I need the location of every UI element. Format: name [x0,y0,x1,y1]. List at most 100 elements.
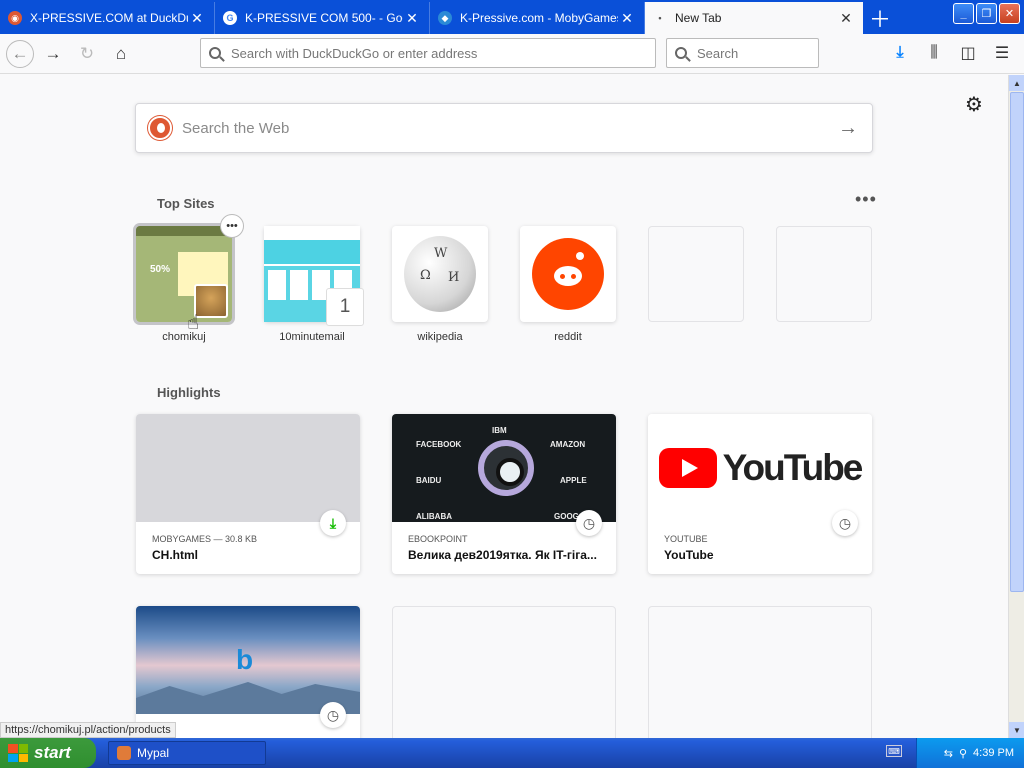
tab-strip: ◉ X-PRESSIVE.COM at DuckDuckGo ✕ G K-PRE… [0,0,1024,34]
search-icon [675,47,687,59]
start-button[interactable]: start [0,738,96,768]
topsite-wikipedia[interactable]: W Ω И [392,226,488,322]
downloads-icon[interactable]: ⤓ [886,39,914,67]
topsite-empty[interactable] [776,226,872,322]
download-icon: ⤓ [320,510,346,536]
search-icon[interactable]: ⚲ [959,747,967,760]
windows-taskbar: start Mypal ⇆ ⚲ 4:39 PM [0,738,1024,768]
highlights-heading: Highlights [157,385,221,400]
tab-title: K-PRESSIVE COM 500- - Google S [245,11,403,25]
highlight-card-chhtml[interactable]: ⤓ MOBYGAMES — 30.8 KB CH.html [136,414,360,574]
arrow-right-icon[interactable]: → [838,117,858,140]
forward-button[interactable]: → [38,39,68,69]
highlight-card-empty [648,606,872,738]
close-tab-icon[interactable]: ✕ [188,10,206,27]
library-icon[interactable]: ⫼ [920,39,948,67]
preview-label: IBM [492,426,507,435]
url-bar[interactable]: Search with DuckDuckGo or enter address [200,38,656,68]
clock-icon: ◷ [576,510,602,536]
duckduckgo-icon: ◉ [8,11,22,25]
topsite-label: chomikuj [162,331,206,343]
chomikuj-thumbnail: 50% [136,226,232,322]
close-tab-icon[interactable]: ✕ [837,10,855,27]
card-title: YouTube [664,548,714,562]
topsite-10minutemail[interactable]: 1 [264,226,364,326]
youtube-play-icon [658,448,717,488]
tab-mobygames[interactable]: ◆ K-Pressive.com - MobyGames ✕ [430,2,645,34]
wikipedia-globe-icon: W Ω И [404,236,476,312]
preview-label: ALIBABA [416,512,452,521]
topsite-chomikuj[interactable]: 50% [136,226,232,322]
tab-new-tab[interactable]: • New Tab ✕ [645,2,863,34]
bing-icon: b [236,644,254,675]
topsite-label: wikipedia [417,331,463,343]
duckduckgo-icon [148,116,172,140]
maximize-button[interactable]: ❐ [976,3,997,24]
search-bar[interactable]: Search [666,38,819,68]
status-url: https://chomikuj.pl/action/products [0,722,176,738]
card-preview: FACEBOOK IBM AMAZON BAIDU APPLE ALIBABA … [392,414,616,522]
menu-icon[interactable]: ☰ [988,39,1016,67]
card-source: MOBYGAMES — 30.8 KB [152,534,258,544]
close-tab-icon[interactable]: ✕ [618,10,636,27]
vertical-scrollbar[interactable]: ▲ ▼ [1008,75,1024,738]
network-icon[interactable]: ⇆ [944,747,953,760]
count-badge: 1 [326,288,364,326]
sidebar-icon[interactable]: ◫ [954,39,982,67]
tab-title: K-Pressive.com - MobyGames [460,11,618,25]
card-source: EBOOKPOINT [408,534,468,544]
clock-icon: ◷ [320,702,346,728]
url-placeholder: Search with DuckDuckGo or enter address [231,45,478,61]
back-button[interactable]: ← [6,39,34,68]
taskbar-item-mypal[interactable]: Mypal [108,741,266,765]
tab-title: New Tab [675,11,722,25]
preview-label: BAIDU [416,476,442,485]
window-controls: _ ❐ ✕ [953,3,1020,24]
clock: 4:39 PM [973,747,1014,759]
preview-label: GOOG [554,512,579,521]
toolbar-buttons: ⤓ ⫼ ◫ ☰ [886,39,1016,67]
topsite-empty[interactable] [648,226,744,322]
scroll-up-icon[interactable]: ▲ [1009,75,1024,91]
navigation-toolbar: ← → ↻ ⌂ Search with DuckDuckGo or enter … [0,34,1024,74]
scroll-down-icon[interactable]: ▼ [1009,722,1024,738]
card-source: YOUTUBE [664,534,708,544]
hand-cursor-icon: ☝ [187,312,200,334]
gear-icon[interactable]: ⚙ [965,92,983,117]
more-options-icon[interactable]: ••• [220,214,244,238]
search-placeholder: Search [697,45,739,61]
topsite-label: 10minutemail [279,331,345,343]
more-options-icon[interactable]: ••• [855,189,877,210]
preview-label: FACEBOOK [416,440,462,449]
card-preview [136,414,360,522]
mypal-icon [117,746,131,760]
google-icon: G [223,11,237,25]
reddit-icon [532,238,604,310]
keyboard-icon[interactable]: ⌨ [886,745,902,757]
close-tab-icon[interactable]: ✕ [403,10,421,27]
minimize-button[interactable]: _ [953,3,974,24]
scroll-thumb[interactable] [1010,92,1024,592]
tab-google[interactable]: G K-PRESSIVE COM 500- - Google S ✕ [215,2,430,34]
close-window-button[interactable]: ✕ [999,3,1020,24]
tab-duckduckgo[interactable]: ◉ X-PRESSIVE.COM at DuckDuckGo ✕ [0,2,215,34]
reload-button[interactable]: ↻ [72,39,102,69]
preview-label: APPLE [560,476,587,485]
start-label: start [34,743,71,762]
new-tab-button[interactable]: ＋ [863,2,897,34]
highlight-card-bing[interactable]: b ◷ [136,606,360,738]
windows-logo-icon [8,744,28,762]
highlight-card-youtube[interactable]: YouTube ◷ YOUTUBE YouTube [648,414,872,574]
youtube-logo-text: YouTube [722,447,864,488]
home-button[interactable]: ⌂ [106,39,136,69]
system-tray: ⇆ ⚲ 4:39 PM [916,738,1024,768]
topsite-reddit[interactable] [520,226,616,322]
top-sites-heading: Top Sites [157,196,215,211]
preview-label: AMAZON [550,440,586,449]
dot-icon: • [658,13,662,23]
card-preview: YouTube [648,414,872,522]
search-icon [209,47,221,59]
highlight-card-empty [392,606,616,738]
web-search-box[interactable]: Search the Web → [135,103,873,153]
highlight-card-ebookpoint[interactable]: FACEBOOK IBM AMAZON BAIDU APPLE ALIBABA … [392,414,616,574]
